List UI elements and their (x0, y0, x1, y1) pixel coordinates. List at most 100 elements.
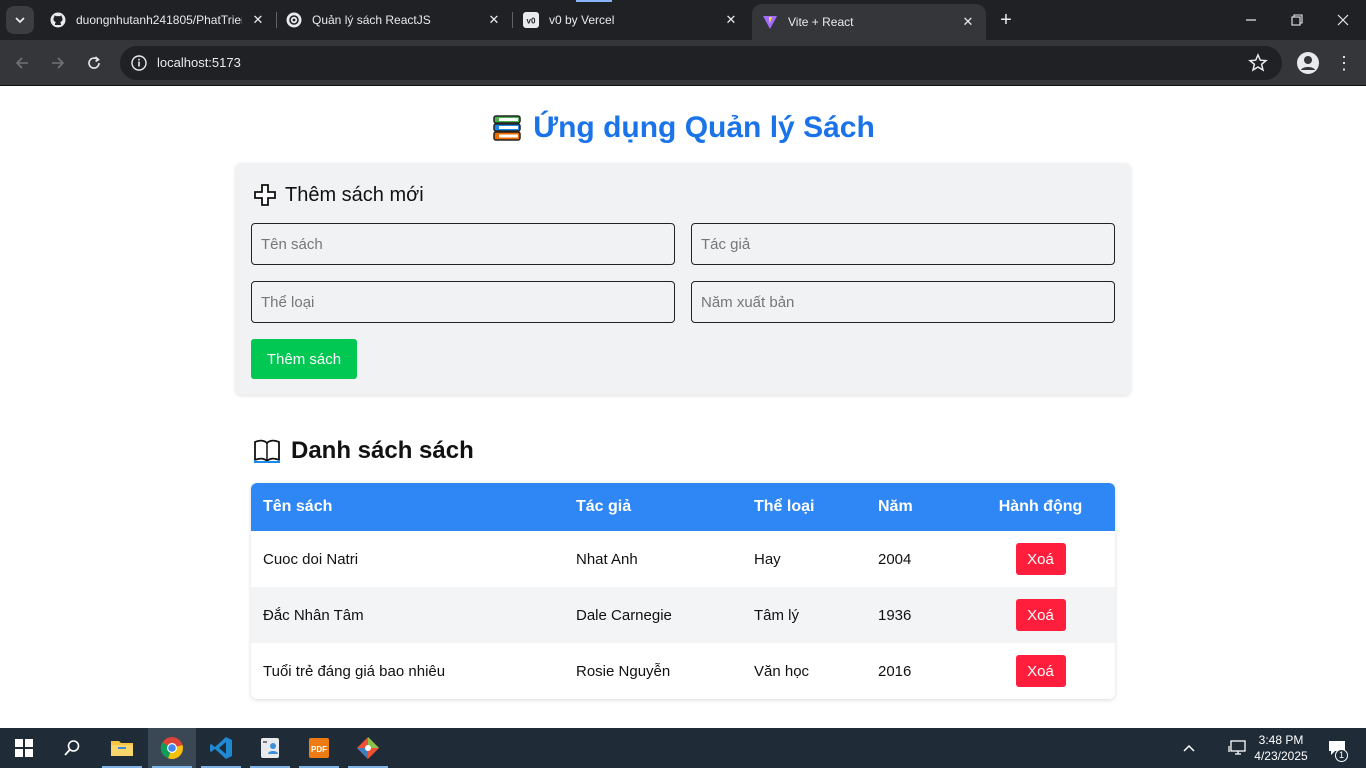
close-icon[interactable]: ✕ (250, 12, 266, 28)
git-icon[interactable] (344, 728, 392, 768)
tab-title: v0 by Vercel (549, 13, 615, 27)
search-button[interactable] (48, 728, 96, 768)
form-header: Thêm sách mới (253, 183, 424, 207)
app-page: Ứng dụng Quản lý Sách Thêm sách mới Thêm… (0, 87, 1366, 728)
action-cell: Xoá (966, 587, 1115, 643)
restore-icon (1291, 14, 1303, 26)
books-icon (493, 115, 521, 141)
pdf-icon[interactable]: PDF (295, 728, 343, 768)
delete-button[interactable]: Xoá (1015, 599, 1066, 631)
new-tab-button[interactable]: + (992, 6, 1020, 34)
book-title-cell: Cuoc doi Natri (251, 531, 564, 587)
system-clock[interactable]: 3:48 PM 4/23/2025 (1250, 732, 1312, 764)
profile-icon[interactable] (1296, 51, 1320, 75)
arrow-right-icon (52, 57, 65, 69)
table-row: Cuoc doi Natri Nhat Anh Hay 2004 Xoá (251, 531, 1115, 587)
column-header: Thể loại (742, 483, 866, 531)
site-info-icon[interactable] (130, 54, 148, 72)
genre-cell: Tâm lý (742, 587, 866, 643)
forward-button[interactable] (44, 49, 72, 77)
add-book-button[interactable]: Thêm sách (251, 339, 357, 379)
column-header: Năm (866, 483, 966, 531)
tab-title: Quản lý sách ReactJS (312, 13, 431, 27)
year-cell: 1936 (866, 587, 966, 643)
taskbar: PDF 3:48 PM 4/23/2025 1 (0, 728, 1366, 768)
chatgpt-icon (286, 12, 302, 28)
restore-button[interactable] (1274, 0, 1320, 40)
file-explorer-icon[interactable] (98, 728, 146, 768)
url-text: localhost:5173 (157, 55, 241, 70)
book-title-cell: Tuổi trẻ đáng giá bao nhiêu (251, 643, 564, 699)
reload-button[interactable] (80, 49, 108, 77)
table-row: Tuổi trẻ đáng giá bao nhiêu Rosie Nguyễn… (251, 643, 1115, 699)
contacts-icon[interactable] (246, 728, 294, 768)
browser-tab-vite[interactable]: Vite + React ✕ (752, 4, 986, 40)
tab-search-button[interactable] (6, 6, 34, 34)
bookmark-star-icon[interactable] (1248, 53, 1268, 73)
minimize-icon (1246, 19, 1256, 21)
table-row: Đắc Nhân Tâm Dale Carnegie Tâm lý 1936 X… (251, 587, 1115, 643)
browser-tab-v0[interactable]: v0 v0 by Vercel ✕ (513, 0, 749, 40)
list-title: Danh sách sách (291, 437, 474, 464)
vite-icon (762, 14, 778, 30)
author-cell: Rosie Nguyễn (564, 643, 742, 699)
column-header: Tên sách (251, 483, 564, 531)
notification-center-button[interactable]: 1 (1322, 728, 1352, 768)
browser-tab-github[interactable]: duongnhutanh241805/PhatTrien ✕ (40, 0, 276, 40)
add-book-form: Thêm sách mới Thêm sách (235, 163, 1131, 395)
chevron-up-icon (1183, 744, 1195, 752)
book-title-input[interactable] (251, 223, 675, 265)
page-header: Ứng dụng Quản lý Sách (0, 111, 1366, 145)
open-book-icon (254, 439, 280, 463)
plus-icon (254, 184, 276, 206)
github-icon (50, 12, 66, 28)
close-icon[interactable]: ✕ (486, 12, 502, 28)
network-button[interactable] (1224, 728, 1250, 768)
list-header: Danh sách sách (253, 437, 474, 465)
clock-date: 4/23/2025 (1254, 749, 1308, 763)
back-button[interactable] (8, 49, 36, 77)
genre-cell: Hay (742, 531, 866, 587)
book-title-cell: Đắc Nhân Tâm (251, 587, 564, 643)
table-header-row: Tên sách Tác giả Thể loại Năm Hành động (251, 483, 1115, 531)
author-input[interactable] (691, 223, 1115, 265)
column-header: Tác giả (564, 483, 742, 531)
column-header: Hành động (966, 483, 1115, 531)
genre-cell: Văn học (742, 643, 866, 699)
close-icon[interactable]: ✕ (723, 12, 739, 28)
page-title: Ứng dụng Quản lý Sách (533, 111, 875, 144)
close-icon (1337, 14, 1349, 26)
reload-icon (88, 56, 100, 69)
browser-tab-chatgpt[interactable]: Quản lý sách ReactJS ✕ (276, 0, 512, 40)
search-icon (64, 740, 80, 756)
chevron-down-icon (15, 17, 25, 24)
address-bar[interactable]: localhost:5173 (120, 46, 1282, 80)
tray-overflow-button[interactable] (1178, 728, 1200, 768)
browser-toolbar: localhost:5173 ⋮ (0, 40, 1366, 86)
vscode-icon[interactable] (197, 728, 245, 768)
notification-count: 1 (1335, 749, 1348, 762)
year-cell: 2004 (866, 531, 966, 587)
menu-kebab-icon[interactable]: ⋮ (1334, 51, 1354, 75)
tab-title: Vite + React (788, 15, 854, 29)
minimize-button[interactable] (1228, 0, 1274, 40)
close-icon[interactable]: ✕ (960, 14, 976, 30)
start-button[interactable] (0, 728, 48, 768)
delete-button[interactable]: Xoá (1015, 655, 1066, 687)
svg-text:v0: v0 (527, 17, 536, 26)
author-cell: Dale Carnegie (564, 587, 742, 643)
windows-icon (15, 739, 33, 757)
year-cell: 2016 (866, 643, 966, 699)
close-window-button[interactable] (1320, 0, 1366, 40)
clock-time: 3:48 PM (1258, 733, 1304, 747)
author-cell: Nhat Anh (564, 531, 742, 587)
year-input[interactable] (691, 281, 1115, 323)
delete-button[interactable]: Xoá (1015, 543, 1066, 575)
browser-tabstrip: duongnhutanh241805/PhatTrien ✕ Quản lý s… (0, 0, 1366, 40)
svg-text:PDF: PDF (311, 745, 327, 754)
genre-input[interactable] (251, 281, 675, 323)
form-title: Thêm sách mới (285, 183, 424, 206)
books-table: Tên sách Tác giả Thể loại Năm Hành động … (251, 483, 1115, 699)
chrome-icon[interactable] (148, 728, 196, 768)
tab-title: duongnhutanh241805/PhatTrien (76, 13, 242, 27)
